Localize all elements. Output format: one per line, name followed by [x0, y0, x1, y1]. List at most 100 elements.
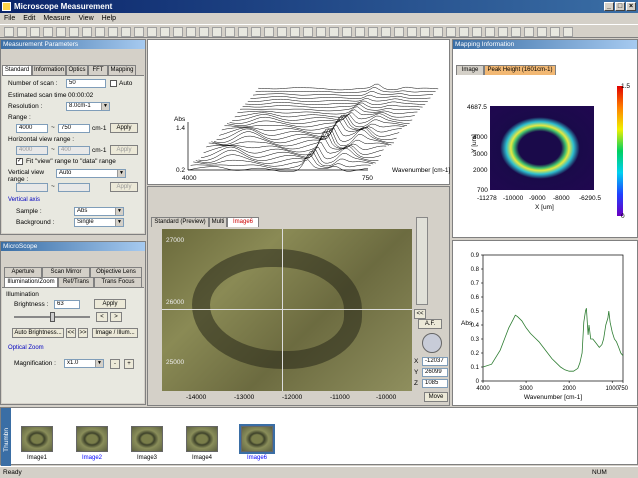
toolbar-button[interactable]	[160, 27, 170, 37]
zoom-out-button[interactable]: -	[110, 359, 120, 369]
close-button[interactable]: ×	[626, 2, 636, 11]
thumbnail-image2[interactable]	[76, 426, 108, 452]
af-button[interactable]: A.F.	[418, 319, 442, 329]
microscope-image[interactable]: 27000 26000 25000	[162, 229, 412, 391]
auto-brightness-button[interactable]: Auto Brightness...	[12, 328, 64, 338]
toolbar-button[interactable]	[225, 27, 235, 37]
toolbar-button[interactable]	[368, 27, 378, 37]
toolbar-button[interactable]	[446, 27, 456, 37]
tab-multi[interactable]: Multi	[209, 217, 227, 227]
toolbar-button[interactable]	[56, 27, 66, 37]
toolbar-button[interactable]	[303, 27, 313, 37]
toolbar-button[interactable]	[511, 27, 521, 37]
toolbar-button[interactable]	[329, 27, 339, 37]
toolbar-button[interactable]	[485, 27, 495, 37]
toolbar-button[interactable]	[355, 27, 365, 37]
tab-standard-preview[interactable]: Standard (Preview)	[151, 217, 209, 227]
auto-checkbox[interactable]	[110, 80, 117, 87]
tab-optics[interactable]: Optics	[66, 65, 88, 75]
coord-x-input[interactable]: -12037	[422, 357, 448, 366]
toolbar-button[interactable]	[407, 27, 417, 37]
thumbnail-image4[interactable]	[186, 426, 218, 452]
fit-range-checkbox[interactable]: ✓	[16, 158, 23, 165]
toolbar-button[interactable]	[199, 27, 209, 37]
toolbar-button[interactable]	[251, 27, 261, 37]
tab-mapping[interactable]: Mapping	[108, 65, 136, 75]
tab-information[interactable]: Information	[32, 65, 66, 75]
toolbar-button[interactable]	[420, 27, 430, 37]
toolbar-button[interactable]	[82, 27, 92, 37]
range-from-input[interactable]: 4000	[16, 124, 48, 133]
menu-edit[interactable]: Edit	[23, 15, 35, 22]
toolbar-button[interactable]	[212, 27, 222, 37]
image-illum-button[interactable]: Image / Illum...	[92, 328, 138, 338]
toolbar-button[interactable]	[381, 27, 391, 37]
brightness-input[interactable]: 63	[54, 300, 80, 309]
menu-file[interactable]: File	[4, 15, 15, 22]
resolution-select[interactable]: 8.0cm-1 ▼	[66, 102, 110, 111]
coord-y-input[interactable]: 26099	[422, 368, 448, 377]
tab-map-image[interactable]: Image	[456, 65, 484, 75]
vview-apply-button[interactable]: Apply	[110, 182, 138, 192]
thumbnail-image3[interactable]	[131, 426, 163, 452]
menu-measure[interactable]: Measure	[43, 15, 70, 22]
toolbar-button[interactable]	[563, 27, 573, 37]
brightness-decrease-button[interactable]: <	[96, 312, 108, 322]
toolbar-button[interactable]	[316, 27, 326, 37]
toolbar-button[interactable]	[459, 27, 469, 37]
toolbar-button[interactable]	[4, 27, 14, 37]
heatmap[interactable]	[490, 106, 594, 190]
spectrum-chart[interactable]: 0.9 0.8 0.7 0.6 0.5 0.4 0.3 0.2 0.1 0 4000 3000 2000…	[452, 240, 638, 406]
toolbar-button[interactable]	[147, 27, 157, 37]
toolbar-button[interactable]	[342, 27, 352, 37]
menu-view[interactable]: View	[79, 15, 94, 22]
toolbar-button[interactable]	[264, 27, 274, 37]
brightness-slider-thumb[interactable]	[50, 312, 55, 322]
tab-illumination-zoom[interactable]: Illumination/Zoom	[4, 277, 58, 287]
hview-from-input[interactable]: 4000	[16, 146, 48, 155]
toolbar-button[interactable]	[30, 27, 40, 37]
focus-slider[interactable]	[416, 217, 428, 305]
toolbar-button[interactable]	[524, 27, 534, 37]
scroll-left-button[interactable]: <<	[414, 309, 426, 319]
vview-from-input[interactable]	[16, 183, 48, 192]
move-button[interactable]: Move	[424, 392, 448, 402]
toolbar-button[interactable]	[173, 27, 183, 37]
toolbar-button[interactable]	[134, 27, 144, 37]
tab-trans-focus[interactable]: Trans Focus	[94, 277, 142, 287]
tab-ref-trans[interactable]: Ref/Trans	[58, 277, 94, 287]
tab-peak-height[interactable]: Peak Height (1601cm-1)	[484, 65, 556, 75]
brightness-increase-button[interactable]: >	[110, 312, 122, 322]
toolbar-button[interactable]	[108, 27, 118, 37]
toolbar-button[interactable]	[472, 27, 482, 37]
toolbar-button[interactable]	[498, 27, 508, 37]
tab-fft[interactable]: FFT	[88, 65, 108, 75]
stage-joystick[interactable]	[422, 333, 442, 353]
tab-objective-lens[interactable]: Objective Lens	[90, 267, 142, 277]
coord-z-input[interactable]: 1085	[422, 379, 448, 388]
range-to-input[interactable]: 750	[58, 124, 90, 133]
toolbar-button[interactable]	[186, 27, 196, 37]
tab-aperture[interactable]: Aperture	[4, 267, 42, 277]
range-apply-button[interactable]: Apply	[110, 123, 138, 133]
thumbnail-image1[interactable]	[21, 426, 53, 452]
num-scan-input[interactable]: 50	[66, 79, 106, 88]
maximize-button[interactable]: □	[615, 2, 625, 11]
hview-to-input[interactable]: 400	[58, 146, 90, 155]
tab-image6[interactable]: Image6	[227, 217, 259, 227]
toolbar-button[interactable]	[290, 27, 300, 37]
vview-select[interactable]: Auto ▼	[56, 169, 126, 178]
toolbar-button[interactable]	[17, 27, 27, 37]
zoom-in-button[interactable]: +	[124, 359, 134, 369]
waterfall-spectra-view[interactable]: Abs 1.4 0.2 4000 750 Wavenumber [cm-1]	[147, 39, 450, 185]
toolbar-button[interactable]	[121, 27, 131, 37]
step-forward-button[interactable]: >>	[78, 328, 88, 338]
toolbar-button[interactable]	[69, 27, 79, 37]
tab-standard[interactable]: Standard	[2, 65, 32, 75]
toolbar-button[interactable]	[277, 27, 287, 37]
menu-help[interactable]: Help	[102, 15, 116, 22]
sample-select[interactable]: Abs ▼	[74, 207, 124, 216]
vview-to-input[interactable]	[58, 183, 90, 192]
toolbar-button[interactable]	[537, 27, 547, 37]
background-select[interactable]: Single ▼	[74, 218, 124, 227]
